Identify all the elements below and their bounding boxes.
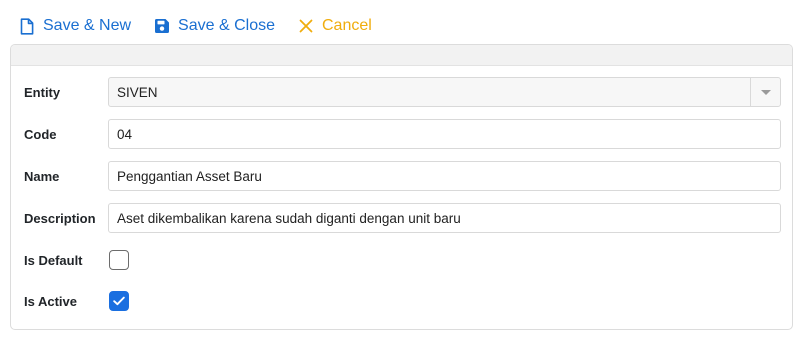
is-default-label: Is Default xyxy=(24,252,83,268)
entity-value: SIVEN xyxy=(117,84,158,100)
save-and-new-label: Save & New xyxy=(43,17,132,34)
file-icon xyxy=(18,17,36,35)
panel-header xyxy=(11,45,792,66)
code-input[interactable]: 04 xyxy=(108,119,781,149)
name-input[interactable]: Penggantian Asset Baru xyxy=(108,161,781,191)
checkmark-icon xyxy=(113,296,125,306)
is-active-row: Is Active xyxy=(11,286,792,316)
chevron-down-icon[interactable] xyxy=(750,78,780,106)
name-row: Name Penggantian Asset Baru xyxy=(11,161,792,191)
code-label: Code xyxy=(24,126,57,142)
form-panel: Entity SIVEN Code 04 Name Penggantian As… xyxy=(10,44,793,330)
save-and-new-button[interactable]: Save & New xyxy=(18,17,131,35)
entity-label: Entity xyxy=(24,84,61,100)
description-value: Aset dikembalikan karena sudah diganti d… xyxy=(117,210,461,226)
cancel-button[interactable]: Cancel xyxy=(297,17,372,35)
cancel-label: Cancel xyxy=(321,17,372,34)
name-label: Name xyxy=(24,168,60,184)
description-label: Description xyxy=(24,210,96,226)
save-and-close-button[interactable]: Save & Close xyxy=(153,17,275,35)
is-active-label: Is Active xyxy=(24,293,77,309)
description-row: Description Aset dikembalikan karena sud… xyxy=(11,203,792,233)
entity-row: Entity SIVEN xyxy=(11,77,792,107)
description-input[interactable]: Aset dikembalikan karena sudah diganti d… xyxy=(108,203,781,233)
code-row: Code 04 xyxy=(11,119,792,149)
is-default-row: Is Default xyxy=(11,245,792,275)
name-value: Penggantian Asset Baru xyxy=(117,168,262,184)
entity-select[interactable]: SIVEN xyxy=(108,77,781,107)
toolbar: Save & New Save & Close Cancel xyxy=(18,14,394,38)
floppy-disk-icon xyxy=(153,17,171,35)
is-default-checkbox[interactable] xyxy=(109,250,129,270)
save-and-close-label: Save & Close xyxy=(178,17,275,34)
is-active-checkbox[interactable] xyxy=(109,291,129,311)
code-value: 04 xyxy=(117,126,133,142)
close-icon xyxy=(297,17,315,35)
